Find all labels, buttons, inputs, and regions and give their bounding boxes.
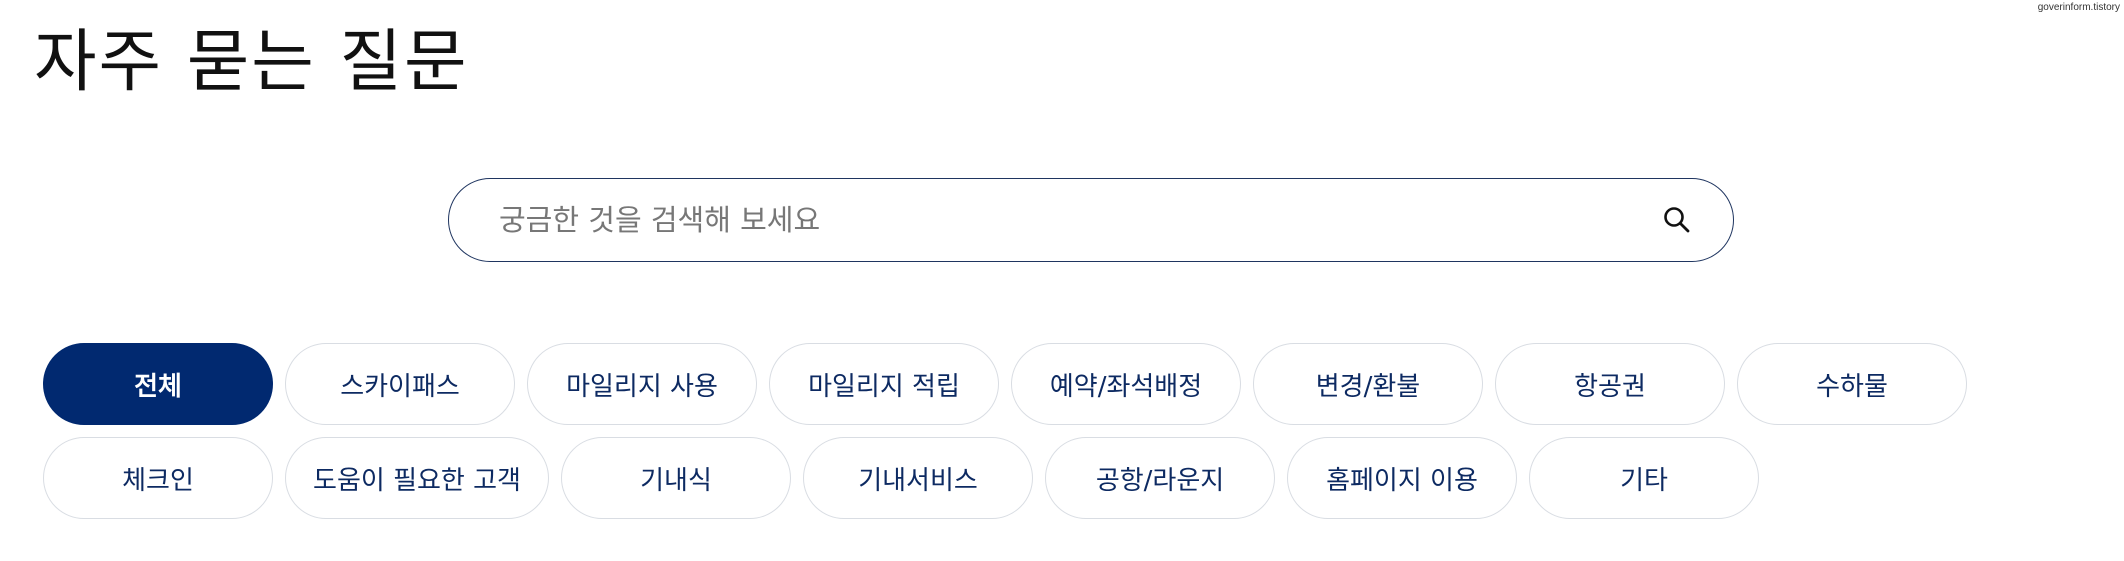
category-chip-mileage-use[interactable]: 마일리지 사용 xyxy=(527,343,757,425)
search-button[interactable] xyxy=(1657,200,1697,240)
category-row-1: 전체 스카이패스 마일리지 사용 마일리지 적립 예약/좌석배정 변경/환불 항… xyxy=(43,343,1967,425)
search-input[interactable] xyxy=(497,178,1657,262)
category-chip-special-assistance[interactable]: 도움이 필요한 고객 xyxy=(285,437,549,519)
search-bar xyxy=(448,178,1734,262)
page-title: 자주 묻는 질문 xyxy=(34,23,469,102)
category-chip-baggage[interactable]: 수하물 xyxy=(1737,343,1967,425)
category-row-2: 체크인 도움이 필요한 고객 기내식 기내서비스 공항/라운지 홈페이지 이용 … xyxy=(43,437,1759,519)
category-chip-checkin[interactable]: 체크인 xyxy=(43,437,273,519)
category-chip-mileage-earn[interactable]: 마일리지 적립 xyxy=(769,343,999,425)
category-chip-airport-lounge[interactable]: 공항/라운지 xyxy=(1045,437,1275,519)
category-chip-ticket[interactable]: 항공권 xyxy=(1495,343,1725,425)
category-chip-reservation-seat[interactable]: 예약/좌석배정 xyxy=(1011,343,1241,425)
search-icon xyxy=(1664,207,1690,233)
category-chip-all[interactable]: 전체 xyxy=(43,343,273,425)
category-chip-homepage-use[interactable]: 홈페이지 이용 xyxy=(1287,437,1517,519)
watermark-text: goverinform.tistory xyxy=(2037,2,2120,13)
category-chip-inflight-meal[interactable]: 기내식 xyxy=(561,437,791,519)
category-chip-skypass[interactable]: 스카이패스 xyxy=(285,343,515,425)
category-chip-change-refund[interactable]: 변경/환불 xyxy=(1253,343,1483,425)
category-chip-inflight-service[interactable]: 기내서비스 xyxy=(803,437,1033,519)
category-chip-other[interactable]: 기타 xyxy=(1529,437,1759,519)
